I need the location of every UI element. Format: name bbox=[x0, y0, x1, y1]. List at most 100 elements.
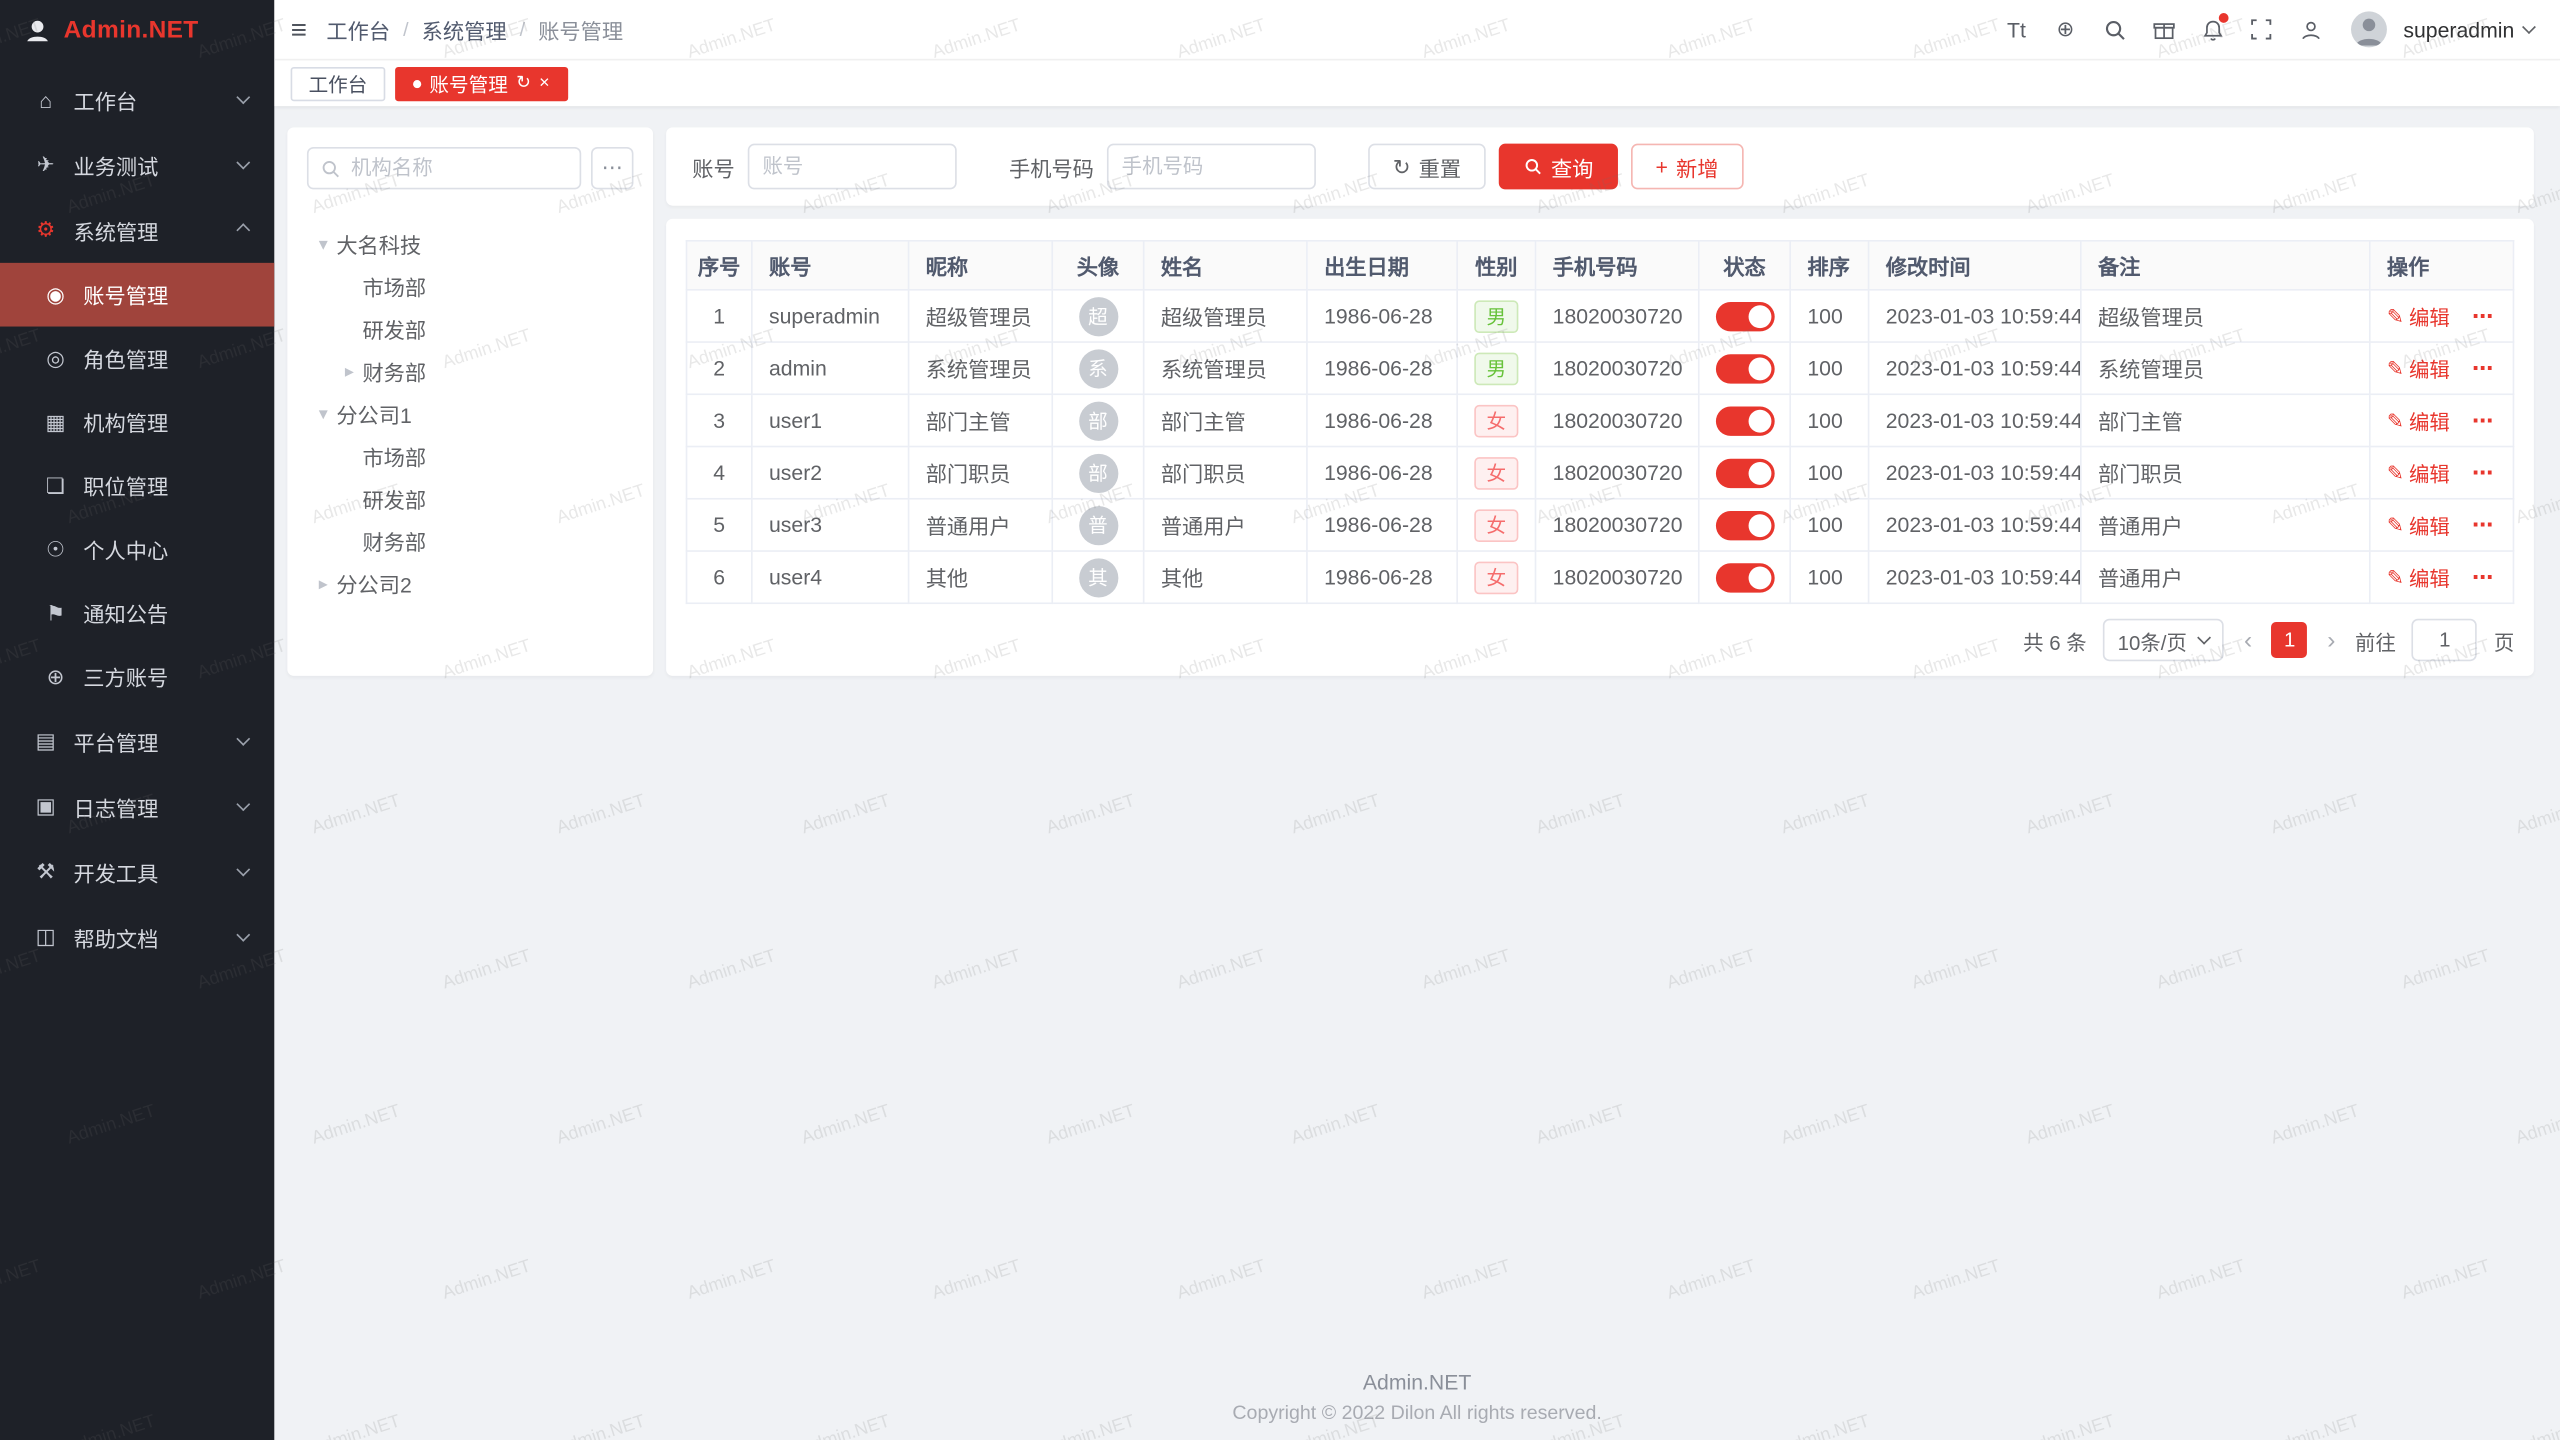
user-avatar[interactable] bbox=[2351, 11, 2387, 47]
username-label: superadmin bbox=[2403, 17, 2514, 41]
tree-node-dept[interactable]: ▸ 财务部 bbox=[307, 349, 634, 391]
sidebar-item-business-test[interactable]: ✈ 业务测试 bbox=[0, 132, 274, 197]
tab-refresh-icon[interactable]: ↻ bbox=[516, 74, 531, 92]
page-footer: Admin.NET Copyright © 2022 Dilon All rig… bbox=[274, 1370, 2560, 1440]
cell-phone: 18020030720 bbox=[1536, 447, 1699, 499]
tree-node-company[interactable]: ▾ 大名科技 bbox=[307, 222, 634, 264]
cell-modified: 2023-01-03 10:59:44 bbox=[1869, 447, 2081, 499]
status-toggle[interactable] bbox=[1716, 353, 1775, 382]
accounts-table: 序号 账号 昵称 头像 姓名 出生日期 性别 手机号码 状态 排序 修改时间 bbox=[686, 240, 2515, 604]
more-actions-button[interactable]: ⋯ bbox=[2472, 356, 2495, 380]
tree-node-dept[interactable]: 市场部 bbox=[307, 434, 634, 476]
user-menu[interactable]: superadmin bbox=[2403, 17, 2534, 41]
status-toggle[interactable] bbox=[1716, 406, 1775, 435]
sidebar-item-workbench[interactable]: ⌂ 工作台 bbox=[0, 67, 274, 132]
more-actions-button[interactable]: ⋯ bbox=[2472, 565, 2495, 589]
tree-node-dept[interactable]: 研发部 bbox=[307, 307, 634, 349]
sidebar-item-platform[interactable]: ▤ 平台管理 bbox=[0, 709, 274, 774]
caret-expanded-icon[interactable]: ▾ bbox=[310, 402, 336, 423]
breadcrumb-item[interactable]: 系统管理 bbox=[422, 14, 507, 45]
notification-bell-icon[interactable] bbox=[2191, 8, 2233, 50]
edit-button[interactable]: ✎ 编辑 bbox=[2387, 509, 2450, 540]
hammer-icon: ⚒ bbox=[33, 859, 59, 885]
phone-filter-input[interactable] bbox=[1107, 144, 1316, 190]
more-actions-button[interactable]: ⋯ bbox=[2472, 513, 2495, 537]
font-size-icon[interactable]: Tt bbox=[1995, 8, 2037, 50]
cell-account: admin bbox=[752, 342, 909, 394]
more-actions-button[interactable]: ⋯ bbox=[2472, 304, 2495, 328]
hamburger-menu-icon[interactable]: ≡ bbox=[291, 16, 307, 44]
more-actions-button[interactable]: ⋯ bbox=[2472, 460, 2495, 484]
org-more-button[interactable]: ⋯ bbox=[591, 147, 633, 189]
search-button[interactable]: 查询 bbox=[1499, 144, 1618, 190]
col-avatar: 头像 bbox=[1052, 241, 1143, 290]
next-page-button[interactable]: › bbox=[2324, 626, 2339, 654]
user-icon: ◉ bbox=[42, 282, 68, 308]
sidebar-item-third-account[interactable]: ⊕ 三方账号 bbox=[0, 645, 274, 709]
tree-node-branch1[interactable]: ▾ 分公司1 bbox=[307, 392, 634, 434]
status-toggle[interactable] bbox=[1716, 458, 1775, 487]
row-avatar: 部 bbox=[1078, 453, 1117, 492]
cell-operations: ✎ 编辑 ⋯ bbox=[2370, 342, 2514, 394]
tree-node-branch2[interactable]: ▸ 分公司2 bbox=[307, 562, 634, 604]
page-size-select[interactable]: 10条/页 bbox=[2103, 619, 2224, 661]
status-toggle[interactable] bbox=[1716, 562, 1775, 591]
edit-button[interactable]: ✎ 编辑 bbox=[2387, 300, 2450, 331]
sidebar-item-help-docs[interactable]: ◫ 帮助文档 bbox=[0, 904, 274, 969]
tree-node-dept[interactable]: 研发部 bbox=[307, 477, 634, 519]
fullscreen-icon[interactable] bbox=[2240, 8, 2282, 50]
cell-order: 100 bbox=[1790, 499, 1868, 551]
brand-logo[interactable]: Admin.NET bbox=[0, 0, 274, 60]
row-avatar: 普 bbox=[1078, 505, 1117, 544]
edit-button[interactable]: ✎ 编辑 bbox=[2387, 457, 2450, 488]
table-row: 4 user2 部门职员 部 部门职员 1986-06-28 bbox=[687, 447, 2514, 499]
tab-account-mgmt[interactable]: 账号管理 ↻ × bbox=[395, 66, 568, 100]
sidebar-item-role-mgmt[interactable]: ◎ 角色管理 bbox=[0, 327, 274, 391]
col-modified: 修改时间 bbox=[1869, 241, 2081, 290]
breadcrumb-item-current: 账号管理 bbox=[538, 14, 623, 45]
row-avatar: 超 bbox=[1078, 296, 1117, 335]
tab-workbench[interactable]: 工作台 bbox=[291, 66, 386, 100]
role-icon: ◎ bbox=[42, 345, 68, 371]
goto-page-input[interactable] bbox=[2412, 619, 2477, 661]
edit-button[interactable]: ✎ 编辑 bbox=[2387, 562, 2450, 593]
more-actions-button[interactable]: ⋯ bbox=[2472, 408, 2495, 432]
status-toggle[interactable] bbox=[1716, 301, 1775, 330]
org-search-input[interactable] bbox=[307, 147, 581, 189]
gift-icon[interactable] bbox=[2142, 8, 2184, 50]
cell-birthdate: 1986-06-28 bbox=[1307, 551, 1457, 603]
profile-link-icon[interactable] bbox=[2289, 8, 2331, 50]
sidebar-item-devtools[interactable]: ⚒ 开发工具 bbox=[0, 839, 274, 904]
prev-page-button[interactable]: ‹ bbox=[2241, 626, 2256, 654]
page-number-current[interactable]: 1 bbox=[2272, 622, 2308, 658]
edit-button[interactable]: ✎ 编辑 bbox=[2387, 405, 2450, 436]
reset-button[interactable]: ↻ 重置 bbox=[1368, 144, 1485, 190]
tree-node-dept[interactable]: 财务部 bbox=[307, 519, 634, 561]
cell-sex: 女 bbox=[1457, 447, 1535, 499]
caret-collapsed-icon[interactable]: ▸ bbox=[336, 360, 362, 381]
caret-collapsed-icon[interactable]: ▸ bbox=[310, 572, 336, 593]
sidebar-item-system[interactable]: ⚙ 系统管理 bbox=[0, 198, 274, 263]
sidebar-item-notice[interactable]: ⚑ 通知公告 bbox=[0, 581, 274, 645]
edit-icon: ✎ bbox=[2387, 304, 2404, 328]
caret-expanded-icon[interactable]: ▾ bbox=[310, 233, 336, 254]
cell-remark: 普通用户 bbox=[2081, 551, 2370, 603]
tree-node-label: 市场部 bbox=[362, 270, 426, 301]
tab-close-icon[interactable]: × bbox=[539, 74, 550, 92]
sidebar-item-position-mgmt[interactable]: ❏ 职位管理 bbox=[0, 454, 274, 518]
edit-icon: ✎ bbox=[2387, 408, 2404, 432]
account-filter-input[interactable] bbox=[748, 144, 957, 190]
sidebar-item-logs[interactable]: ▣ 日志管理 bbox=[0, 774, 274, 839]
breadcrumb-item[interactable]: 工作台 bbox=[326, 14, 390, 45]
status-toggle[interactable] bbox=[1716, 510, 1775, 539]
tree-node-dept[interactable]: 市场部 bbox=[307, 264, 634, 306]
language-icon[interactable]: ⊕ bbox=[2044, 8, 2086, 50]
sidebar-item-account-mgmt[interactable]: ◉ 账号管理 bbox=[0, 263, 274, 327]
app-root: Admin.NET ⌂ 工作台 ✈ 业务测试 ⚙ 系统管理 ◉ 账号管 bbox=[0, 0, 2560, 1440]
cell-status bbox=[1699, 290, 1790, 342]
edit-button[interactable]: ✎ 编辑 bbox=[2387, 353, 2450, 384]
sidebar-item-org-mgmt[interactable]: ▦ 机构管理 bbox=[0, 390, 274, 454]
add-button[interactable]: + 新增 bbox=[1631, 144, 1743, 190]
sidebar-item-profile-center[interactable]: ☉ 个人中心 bbox=[0, 518, 274, 582]
search-icon[interactable] bbox=[2093, 8, 2135, 50]
